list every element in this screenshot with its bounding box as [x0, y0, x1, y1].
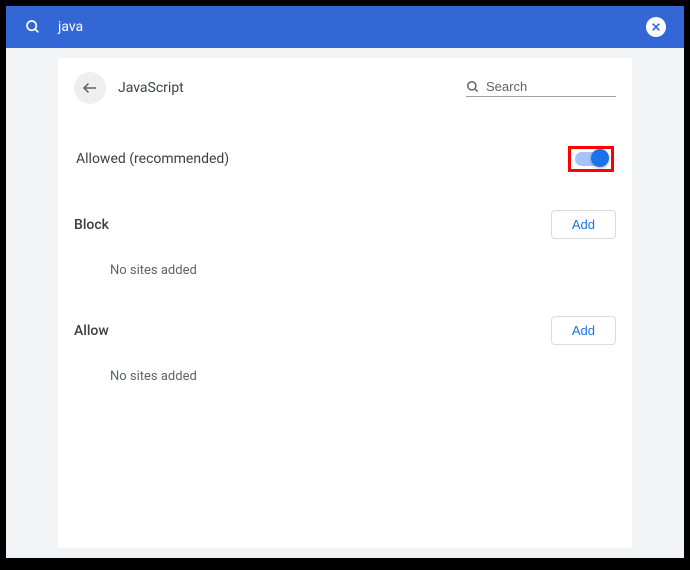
- block-empty-text: No sites added: [110, 263, 616, 278]
- search-bar: java: [6, 6, 684, 48]
- settings-window: java JavaScript Allowed (recommended): [6, 6, 684, 558]
- search-icon: [466, 80, 480, 94]
- toggle-highlight: [568, 146, 614, 172]
- allowed-setting-row: Allowed (recommended): [74, 146, 616, 172]
- block-add-button[interactable]: Add: [551, 210, 616, 239]
- allow-empty-text: No sites added: [110, 369, 616, 384]
- allowed-toggle[interactable]: [575, 152, 607, 166]
- block-section: Block Add No sites added: [74, 210, 616, 278]
- allow-section: Allow Add No sites added: [74, 316, 616, 384]
- settings-panel: JavaScript Allowed (recommended): [58, 58, 632, 548]
- toggle-knob: [591, 149, 609, 167]
- content-area: JavaScript Allowed (recommended): [6, 48, 684, 558]
- block-title: Block: [74, 217, 109, 233]
- page-title: JavaScript: [118, 80, 184, 96]
- allowed-label: Allowed (recommended): [76, 151, 229, 167]
- allow-add-button[interactable]: Add: [551, 316, 616, 345]
- allow-title: Allow: [74, 323, 109, 339]
- clear-search-button[interactable]: [646, 17, 666, 37]
- search-query[interactable]: java: [58, 19, 646, 35]
- search-icon: [24, 18, 42, 36]
- allow-section-header: Allow Add: [74, 316, 616, 345]
- back-button[interactable]: [74, 72, 106, 104]
- block-section-header: Block Add: [74, 210, 616, 239]
- page-search-input[interactable]: [486, 79, 616, 94]
- panel-header: JavaScript: [74, 72, 616, 104]
- close-icon: [651, 22, 661, 32]
- back-arrow-icon: [81, 79, 99, 97]
- page-search[interactable]: [466, 79, 616, 97]
